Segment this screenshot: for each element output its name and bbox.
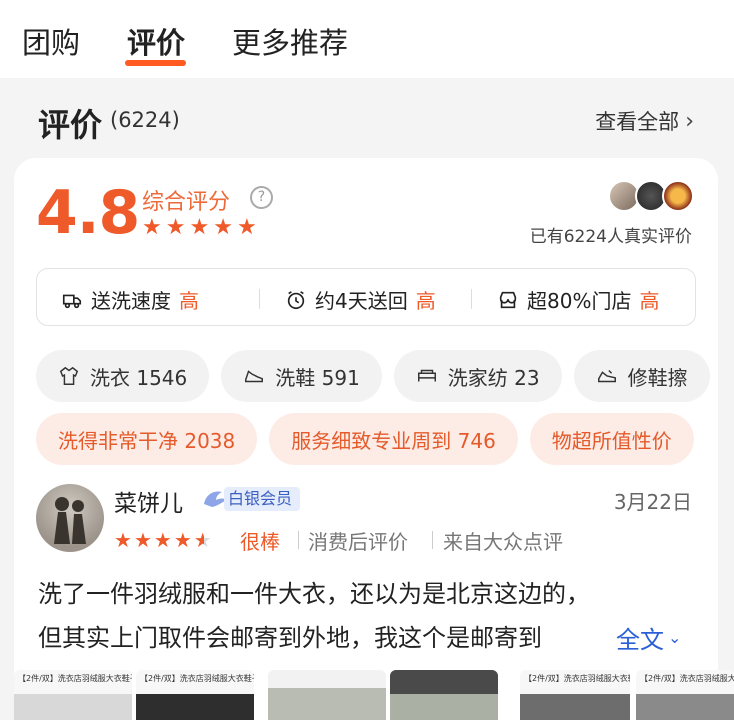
chip-wash-textiles[interactable]: 洗家纺 23 xyxy=(393,350,562,402)
see-all-label: 查看全部 xyxy=(595,110,680,134)
tag-chips: 洗得非常干净 2038 服务细致专业周到 746 物超所值性价 xyxy=(36,413,694,465)
expand-label: 全文 xyxy=(616,626,664,654)
truck-icon xyxy=(62,294,82,308)
tab-reviews[interactable]: 评价 xyxy=(127,20,185,62)
star-icon: ★ xyxy=(173,528,192,552)
overall-score: 4.8 xyxy=(36,178,140,248)
chip-label: 物超所值性价 xyxy=(551,428,672,453)
bed-icon xyxy=(417,369,436,382)
service-level: 高 xyxy=(415,289,436,313)
photo-caption: 【2件/双】洗衣店羽绒服大衣鞋子 xyxy=(640,674,734,683)
star-icon: ★ xyxy=(142,215,162,240)
expand-full-text-button[interactable]: 全文 ⌄ xyxy=(616,620,681,655)
divider xyxy=(259,289,260,309)
reviewer-avatars xyxy=(608,180,698,212)
real-review-count: 已有6224人真实评价 xyxy=(529,227,692,247)
photo-caption: 【2件/双】洗衣店羽绒服大衣鞋子 xyxy=(140,674,254,683)
repair-shoe-icon xyxy=(597,369,616,383)
chip-label: 洗得非常干净 2038 xyxy=(58,428,236,453)
shoe-icon xyxy=(245,370,264,383)
chip-label: 修鞋擦 xyxy=(627,365,688,390)
store-icon xyxy=(499,291,517,308)
tab-bar: 团购 评价 更多推荐 xyxy=(0,0,734,78)
member-badge-label: 白银会员 xyxy=(224,487,301,511)
chevron-right-icon: › xyxy=(685,108,694,134)
chip-wash-clothes[interactable]: 洗衣 1546 xyxy=(36,350,210,402)
reviewer-name[interactable]: 菜饼儿 xyxy=(114,484,183,518)
chevron-down-icon: ⌄ xyxy=(668,628,682,647)
service-store-coverage: 超80%门店 高 xyxy=(497,285,659,314)
chip-wash-shoes[interactable]: 洗鞋 591 xyxy=(221,350,382,402)
review-photo[interactable] xyxy=(390,670,498,720)
star-icon: ★ xyxy=(133,528,152,552)
chip-shoe-repair[interactable]: 修鞋擦 xyxy=(573,350,710,402)
coat-icon xyxy=(59,366,79,385)
star-icon: ★ xyxy=(189,215,210,240)
chip-label: 洗家纺 23 xyxy=(447,365,540,390)
text-fade xyxy=(560,618,620,658)
silhouette-icon xyxy=(54,497,86,544)
overall-stars: ★ ★ ★ ★ ★ xyxy=(142,216,257,240)
photo-caption: 【2件/双】洗衣店羽绒服大衣鞋子 xyxy=(524,674,630,683)
star-icon: ★ xyxy=(153,528,172,552)
review-photo[interactable]: 【2件/双】洗衣店羽绒服大衣鞋子 xyxy=(636,670,734,720)
review-stars: ★ ★ ★ ★ ★ xyxy=(114,528,212,552)
star-icon: ★ xyxy=(165,215,186,240)
review-platform: 来自大众点评 xyxy=(443,530,563,554)
service-label: 约4天送回 xyxy=(315,289,408,313)
avatar[interactable] xyxy=(36,484,104,552)
question-icon[interactable]: ? xyxy=(250,186,273,209)
member-badge: 白银会员 xyxy=(200,486,301,512)
photo-caption: 【2件/双】洗衣店羽绒服大衣鞋子 xyxy=(18,674,132,683)
review-photo[interactable]: 【2件/双】洗衣店羽绒服大衣鞋子 xyxy=(136,670,254,720)
review-text-line: 但其实上门取件会邮寄到外地，我这个是邮寄到 xyxy=(38,624,542,652)
avatar xyxy=(662,180,694,212)
review-date: 3月22日 xyxy=(613,490,692,514)
tab-group-buy[interactable]: 团购 xyxy=(22,20,80,62)
service-level: 高 xyxy=(179,289,199,313)
star-icon: ★ xyxy=(236,215,257,240)
reviews-count: (6224) xyxy=(110,108,180,132)
chip-label: 服务细致专业周到 746 xyxy=(291,428,496,453)
review-photo[interactable] xyxy=(268,670,386,720)
review-photo[interactable]: 【2件/双】洗衣店羽绒服大衣鞋子 xyxy=(520,670,630,720)
overall-score-label: 综合评分 xyxy=(142,190,231,215)
service-return-time: 约4天送回 高 xyxy=(285,285,436,314)
chip-tag-service[interactable]: 服务细致专业周到 746 xyxy=(269,413,518,465)
category-chips: 洗衣 1546 洗鞋 591 洗家纺 23 修鞋擦 xyxy=(36,350,710,402)
rating-word: 很棒 xyxy=(240,530,280,554)
chip-label: 洗鞋 591 xyxy=(275,365,360,390)
divider xyxy=(298,531,299,549)
chip-tag-value[interactable]: 物超所值性价 xyxy=(529,413,694,465)
review-text-line: 洗了一件羽绒服和一件大衣，还以为是北京这边的， xyxy=(38,580,590,608)
chip-tag-clean[interactable]: 洗得非常干净 2038 xyxy=(36,413,258,465)
divider xyxy=(432,531,433,549)
see-all-link[interactable]: 查看全部 › xyxy=(595,106,694,136)
service-label: 送洗速度 xyxy=(91,289,171,313)
active-tab-indicator xyxy=(125,60,186,66)
clock-icon xyxy=(287,290,305,309)
chip-label: 洗衣 1546 xyxy=(90,365,188,390)
service-metrics: 送洗速度 高 约4天送回 高 超80%门店 高 xyxy=(36,268,696,326)
half-star-icon: ★ xyxy=(193,528,212,552)
divider xyxy=(471,289,472,309)
service-label: 超80%门店 xyxy=(527,289,632,313)
review-source-type: 消费后评价 xyxy=(308,530,408,554)
reviews-title: 评价 xyxy=(38,106,103,144)
service-wash-speed: 送洗速度 高 xyxy=(61,285,199,314)
star-icon: ★ xyxy=(213,215,233,240)
tab-more-recommend[interactable]: 更多推荐 xyxy=(232,20,348,62)
star-icon: ★ xyxy=(114,528,132,552)
service-level: 高 xyxy=(639,289,660,313)
review-photo[interactable]: 【2件/双】洗衣店羽绒服大衣鞋子 xyxy=(14,670,132,720)
